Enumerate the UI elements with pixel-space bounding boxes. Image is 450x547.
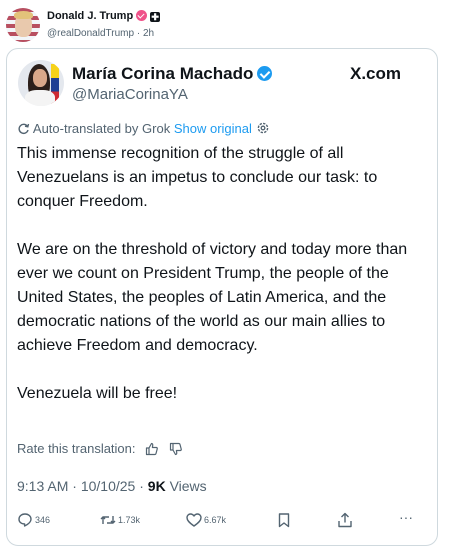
post-paragraph: Venezuela will be free! bbox=[17, 385, 178, 402]
reply-icon bbox=[18, 513, 32, 527]
translate-icon bbox=[18, 123, 30, 134]
author-handle[interactable]: @MariaCorinaYA bbox=[72, 86, 188, 103]
author-avatar[interactable] bbox=[18, 60, 64, 106]
verified-badge-icon bbox=[136, 10, 148, 21]
translation-notice: Auto-translated by Grok Show original bbox=[17, 121, 270, 136]
share-button[interactable] bbox=[337, 512, 353, 532]
like-count: 6.67k bbox=[204, 515, 227, 525]
views-label: Views bbox=[169, 478, 207, 494]
action-bar: 346 1.73k 6.67k ··· bbox=[7, 509, 437, 532]
views-count: 9K bbox=[147, 478, 166, 494]
poster-name[interactable]: Donald J. Trump bbox=[47, 10, 133, 22]
post-meta: 9:13 AM · 10/10/25 · 9K Views bbox=[17, 478, 207, 494]
poster-handle-row: @realDonaldTrump · 2h bbox=[47, 28, 155, 39]
poster-avatar[interactable] bbox=[6, 8, 40, 42]
rate-translation-row: Rate this translation: bbox=[17, 441, 183, 456]
affiliation-badge-icon: ✚ bbox=[150, 12, 161, 22]
post-date[interactable]: 10/10/25 bbox=[81, 478, 136, 494]
show-original-link[interactable]: Show original bbox=[174, 121, 252, 136]
post-time[interactable]: 2h bbox=[143, 28, 154, 39]
author-name-row: María Corina Machado bbox=[72, 64, 273, 84]
poster-handle[interactable]: @realDonaldTrump bbox=[47, 28, 134, 39]
reply-button[interactable]: 346 bbox=[17, 512, 50, 532]
bookmark-icon bbox=[278, 513, 290, 528]
thumbs-up-icon[interactable] bbox=[145, 442, 159, 456]
thumbs-down-icon[interactable] bbox=[169, 442, 183, 456]
more-options-button[interactable]: ··· bbox=[399, 509, 413, 529]
post-paragraph: We are on the threshold of victory and t… bbox=[17, 241, 408, 354]
author-name[interactable]: María Corina Machado bbox=[72, 64, 253, 83]
reply-count: 346 bbox=[35, 515, 51, 525]
rate-label: Rate this translation: bbox=[17, 441, 136, 456]
bookmark-button[interactable] bbox=[276, 512, 292, 532]
translate-label: Auto-translated by Grok bbox=[32, 121, 171, 136]
brand-label: X.com bbox=[350, 64, 402, 83]
post-timestamp[interactable]: 9:13 AM bbox=[17, 478, 68, 494]
poster-name-row[interactable]: Donald J. Trump ✚ bbox=[47, 10, 161, 22]
heart-icon bbox=[186, 513, 202, 527]
verified-icon bbox=[257, 66, 273, 81]
repost-count: 1.73k bbox=[118, 515, 141, 525]
quoted-post-card[interactable]: María Corina Machado @MariaCorinaYA X.co… bbox=[6, 48, 438, 546]
gear-icon[interactable] bbox=[256, 121, 270, 135]
repost-icon bbox=[100, 516, 116, 524]
share-icon bbox=[338, 512, 352, 528]
post-header: Donald J. Trump ✚ @realDonaldTrump · 2h bbox=[6, 6, 444, 46]
like-button[interactable]: 6.67k bbox=[186, 512, 226, 532]
repost-button[interactable]: 1.73k bbox=[100, 512, 140, 532]
post-text: This immense recognition of the struggle… bbox=[17, 142, 427, 430]
post-paragraph: This immense recognition of the struggle… bbox=[17, 145, 378, 210]
